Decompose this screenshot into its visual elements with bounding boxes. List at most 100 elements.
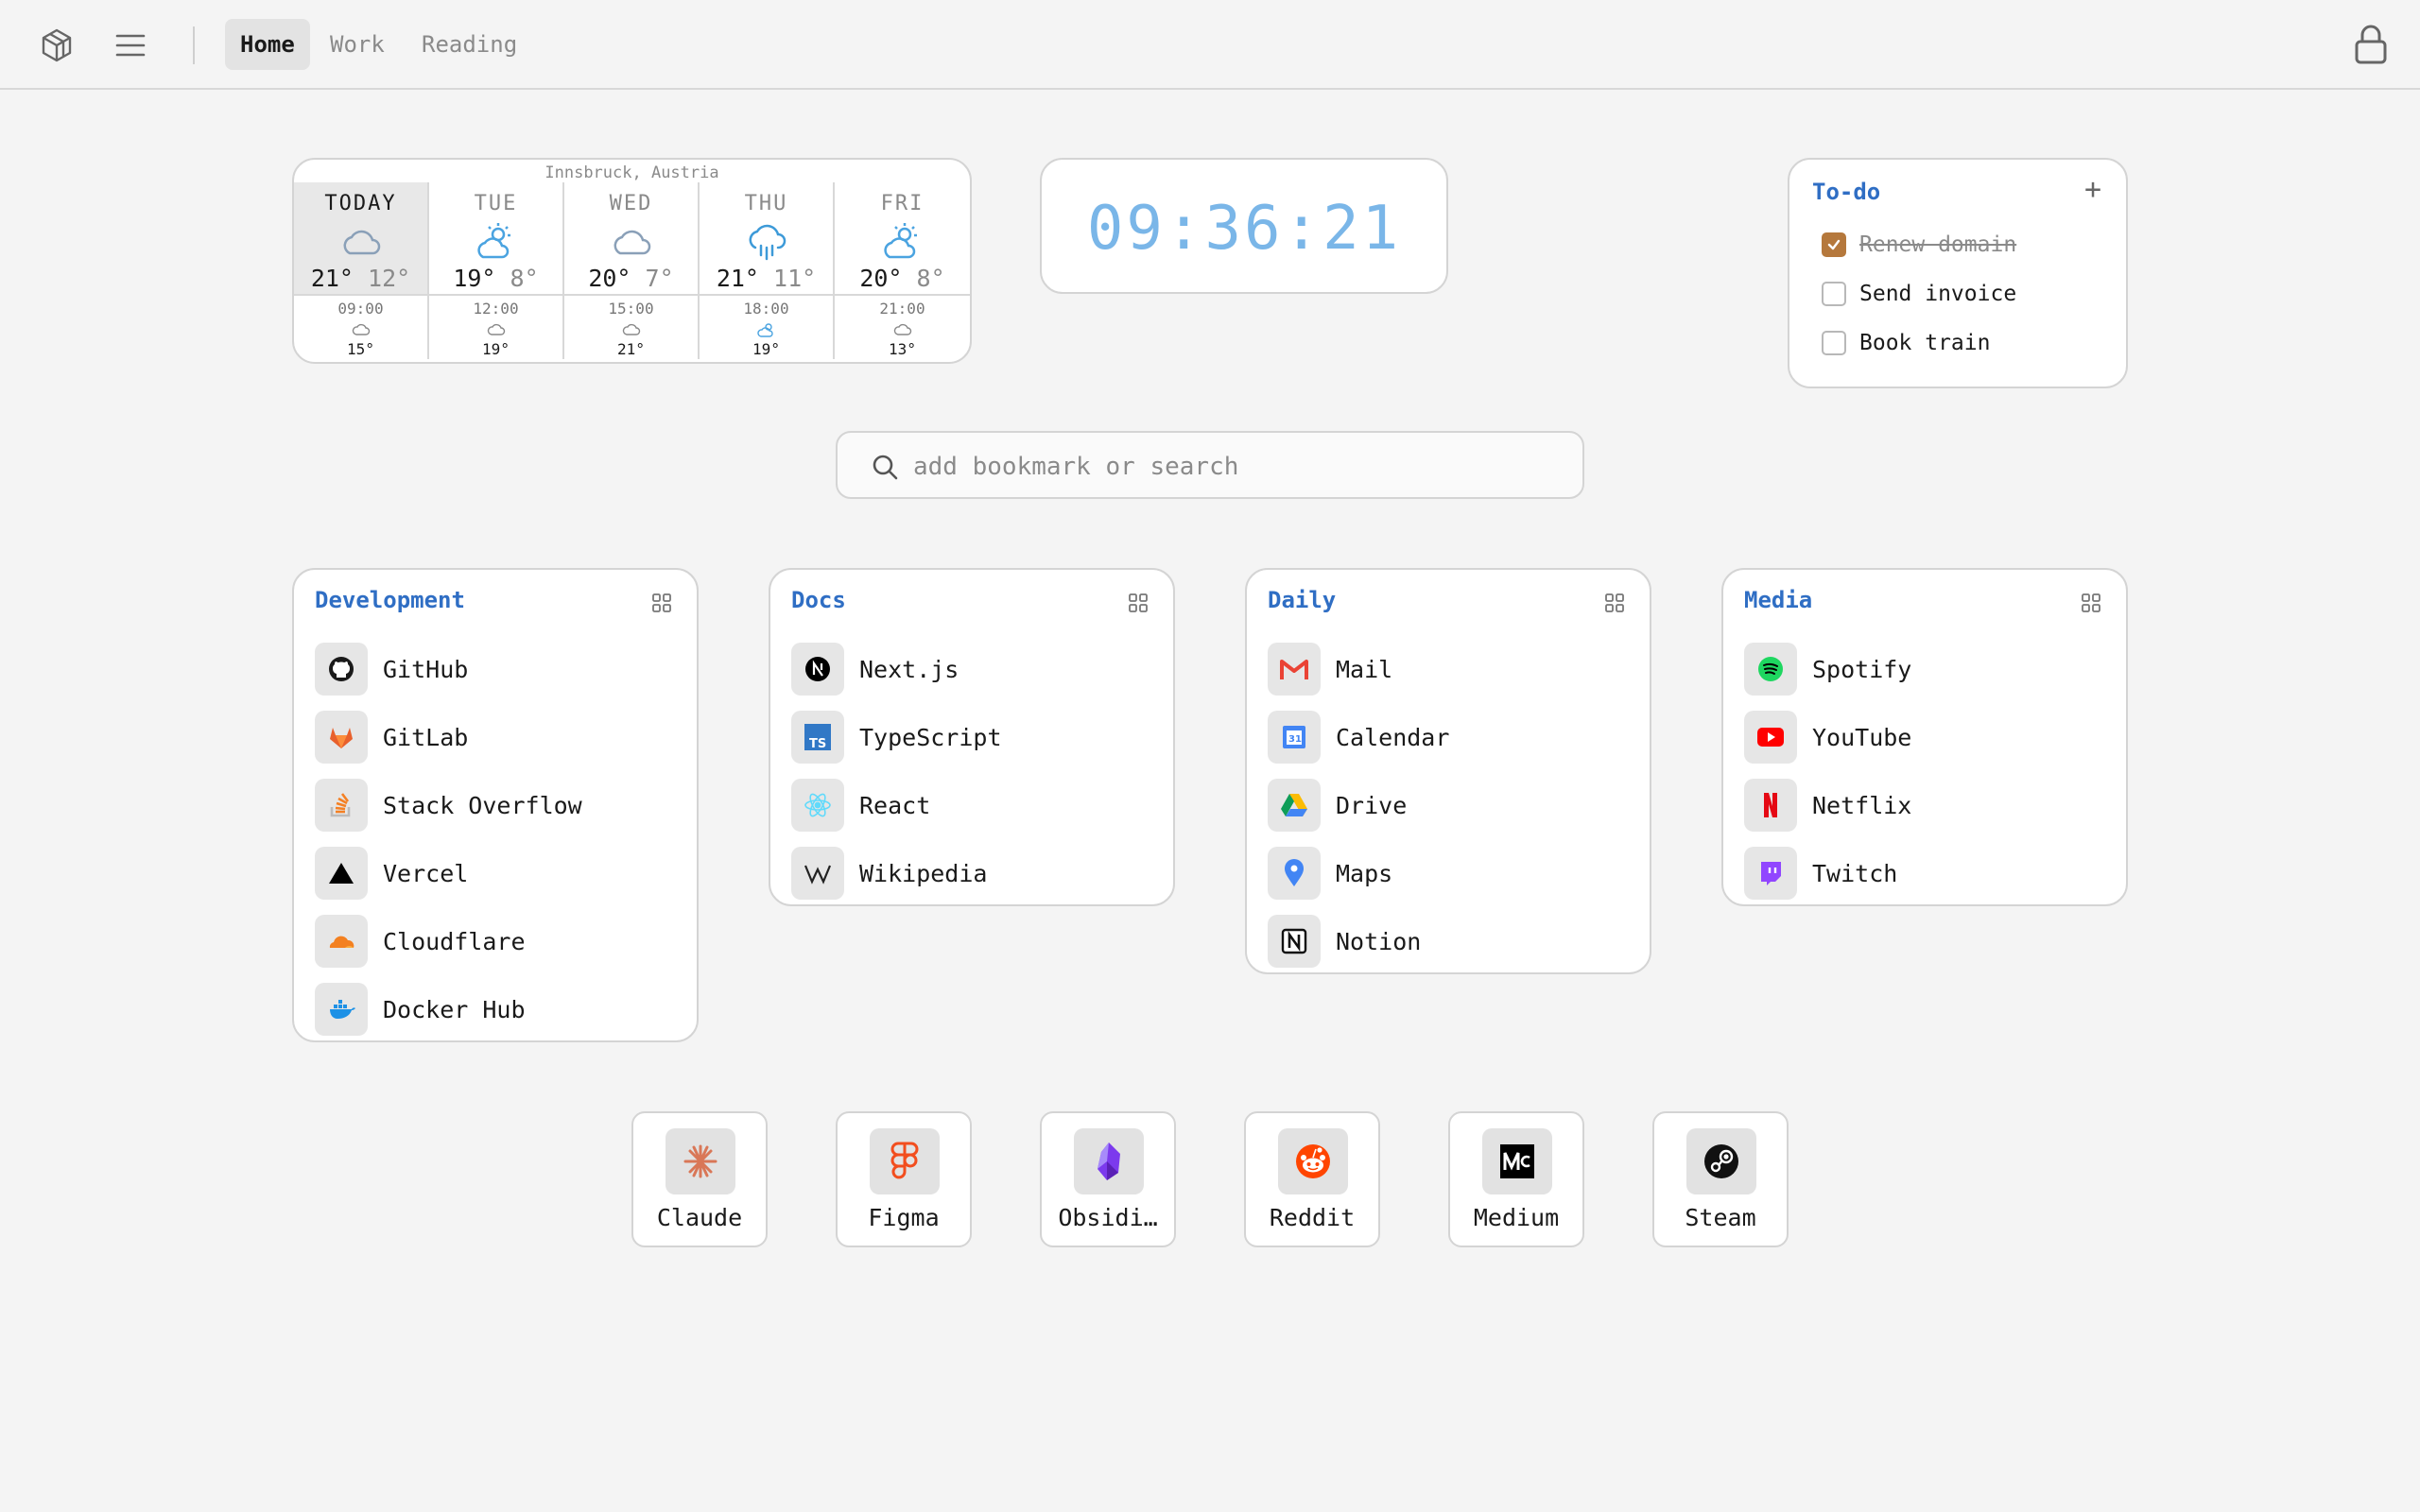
bookmark-label: Cloudflare <box>383 927 526 955</box>
bookmark-label: Wikipedia <box>859 859 988 887</box>
dock-item-claude[interactable]: Claude <box>631 1111 768 1247</box>
bookmark-group-media: Media Spotify YouTube Netflix Twitch <box>1721 568 2128 906</box>
bookmark-stackoverflow[interactable]: Stack Overflow <box>315 779 582 832</box>
group-title: Development <box>315 587 465 613</box>
weather-slot-time: 15:00 <box>608 300 654 318</box>
dock-item-steam[interactable]: Steam <box>1652 1111 1789 1247</box>
bookmark-youtube[interactable]: YouTube <box>1744 711 1911 764</box>
weather-high: 20° <box>588 265 631 292</box>
bookmark-dockerhub[interactable]: Docker Hub <box>315 983 526 1036</box>
bookmark-group-development: Development GitHub GitLab Stack Overflow… <box>292 568 699 1042</box>
weather-location: Innsbruck, Austria <box>544 163 719 182</box>
bookmark-gitlab[interactable]: GitLab <box>315 711 468 764</box>
weather-slot-temp: 13° <box>889 340 916 358</box>
maps-icon <box>1268 847 1321 900</box>
bookmark-label: Stack Overflow <box>383 791 582 819</box>
bookmark-github[interactable]: GitHub <box>315 643 468 696</box>
group-title: Daily <box>1268 587 1337 613</box>
obsidian-icon <box>1074 1128 1144 1194</box>
bookmark-cloudflare[interactable]: Cloudflare <box>315 915 526 968</box>
weather-slot-time: 21:00 <box>879 300 925 318</box>
weather-slot-temp: 21° <box>617 340 645 358</box>
weather-slot-time: 09:00 <box>337 300 384 318</box>
weather-day-tue: TUE 19° 8° 12:00 19° <box>429 182 564 359</box>
search-icon <box>873 455 898 480</box>
dock-label: Medium <box>1473 1204 1560 1231</box>
reddit-icon <box>1278 1128 1348 1194</box>
bookmark-group-daily: Daily Mail 31 Calendar Drive Maps Notion <box>1245 568 1651 974</box>
weather-slot-temp: 19° <box>482 340 510 358</box>
search-bar[interactable] <box>836 431 1584 499</box>
bookmark-spotify[interactable]: Spotify <box>1744 643 1911 696</box>
dock-item-figma[interactable]: Figma <box>836 1111 972 1247</box>
bookmark-calendar[interactable]: 31 Calendar <box>1268 711 1449 764</box>
partly-sunny-icon <box>756 323 773 337</box>
claude-icon <box>666 1128 735 1194</box>
weather-slot-temp: 19° <box>752 340 780 358</box>
todo-widget: To-do + Renew domain Send invoice Book t… <box>1788 158 2128 388</box>
bookmark-drive[interactable]: Drive <box>1268 779 1407 832</box>
todo-text[interactable]: Renew domain <box>1859 232 2016 257</box>
todo-text[interactable]: Send invoice <box>1859 282 2016 306</box>
weather-widget: Innsbruck, Austria TODAY 21° 12° 09:00 1… <box>292 158 972 364</box>
bookmark-typescript[interactable]: TS TypeScript <box>791 711 1002 764</box>
weather-day-name: THU <box>744 192 788 215</box>
grid-icon[interactable] <box>651 593 672 613</box>
menu-icon[interactable] <box>112 28 149 62</box>
cloud-icon <box>622 323 640 335</box>
todo-checkbox[interactable] <box>1822 282 1846 306</box>
weather-slot-temp: 15° <box>347 340 374 358</box>
tab-work[interactable]: Work <box>315 19 400 70</box>
dock-label: Obsidi… <box>1058 1204 1158 1231</box>
bookmark-mail[interactable]: Mail <box>1268 643 1392 696</box>
bookmark-label: Docker Hub <box>383 995 526 1023</box>
gmail-icon <box>1268 643 1321 696</box>
cloud-icon <box>343 230 380 255</box>
bookmark-vercel[interactable]: Vercel <box>315 847 468 900</box>
react-icon <box>791 779 844 832</box>
grid-icon[interactable] <box>1604 593 1625 613</box>
typescript-icon: TS <box>791 711 844 764</box>
clock-time: 09:36:21 <box>1086 194 1402 264</box>
dock-item-reddit[interactable]: Reddit <box>1244 1111 1380 1247</box>
notion-icon <box>1268 915 1321 968</box>
cloud-icon <box>893 323 911 335</box>
dock-label: Figma <box>868 1204 940 1231</box>
logo-icon[interactable] <box>38 26 76 64</box>
wikipedia-icon <box>791 847 844 900</box>
lock-icon[interactable] <box>2350 23 2392 66</box>
add-todo-button[interactable]: + <box>2084 173 2101 206</box>
bookmark-label: Netflix <box>1812 791 1912 819</box>
tab-reading[interactable]: Reading <box>406 19 532 70</box>
search-input[interactable] <box>913 448 1556 486</box>
bookmark-nextjs[interactable]: Next.js <box>791 643 959 696</box>
weather-slot-time: 18:00 <box>743 300 789 318</box>
bookmark-wikipedia[interactable]: Wikipedia <box>791 847 987 900</box>
weather-day-thu: THU 21° 11° 18:00 19° <box>700 182 835 359</box>
bookmark-twitch[interactable]: Twitch <box>1744 847 1897 900</box>
bookmark-notion[interactable]: Notion <box>1268 915 1421 968</box>
todo-checkbox[interactable] <box>1822 331 1846 355</box>
weather-high: 19° <box>453 265 496 292</box>
grid-icon[interactable] <box>2081 593 2101 613</box>
top-bar: Home Work Reading <box>0 0 2420 90</box>
tab-home[interactable]: Home <box>225 19 310 70</box>
dock-item-medium[interactable]: Medium <box>1448 1111 1584 1247</box>
bookmark-label: Notion <box>1336 927 1422 955</box>
weather-high: 21° <box>310 265 354 292</box>
bookmark-netflix[interactable]: Netflix <box>1744 779 1911 832</box>
dock-item-obsidian[interactable]: Obsidi… <box>1040 1111 1176 1247</box>
grid-icon[interactable] <box>1128 593 1149 613</box>
weather-high: 21° <box>716 265 759 292</box>
weather-day-today: TODAY 21° 12° 09:00 15° <box>294 182 429 359</box>
bookmark-label: YouTube <box>1812 723 1912 751</box>
todo-checkbox[interactable] <box>1822 232 1846 257</box>
partly-sunny-icon <box>476 223 510 259</box>
medium-icon <box>1482 1128 1552 1194</box>
weather-day-name: WED <box>609 192 653 215</box>
bookmark-maps[interactable]: Maps <box>1268 847 1392 900</box>
bookmark-react[interactable]: React <box>791 779 930 832</box>
todo-text[interactable]: Book train <box>1859 331 1990 355</box>
weather-day-name: TUE <box>474 192 518 215</box>
todo-item: Renew domain <box>1822 231 2016 259</box>
